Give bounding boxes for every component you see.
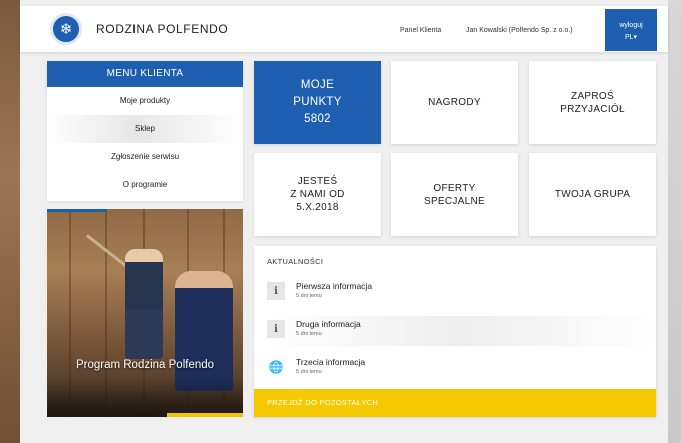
brand-name: RODZINA POLFENDO <box>96 22 228 36</box>
tile-jestes-z-nami[interactable]: JESTEŚ Z NAMI OD 5.X.2018 <box>254 153 381 236</box>
top-header: ❄ RODZINA POLFENDO Panel Klienta Jan Kow… <box>20 6 668 52</box>
tile-label: JESTEŚ Z NAMI OD 5.X.2018 <box>290 176 345 213</box>
brand-suffix: NA POLFENDO <box>136 22 229 36</box>
menu-item-sklep[interactable]: Sklep <box>47 115 243 143</box>
more-news-button[interactable]: PRZEJDŹ DO POZOSTAŁYCH <box>254 389 656 417</box>
client-menu: MENU KLIENTA Moje produkty Sklep Zgłosze… <box>47 61 243 201</box>
accent-bar <box>167 413 243 417</box>
user-name-link[interactable]: Jan Kowalski (Polfendo Sp. z o.o.) <box>466 27 573 34</box>
news-item-2[interactable]: i Druga informacja 5 dni temu <box>264 316 656 346</box>
news-item-title: Druga informacja <box>296 319 361 329</box>
info-icon: i <box>267 282 285 300</box>
menu-title: MENU KLIENTA <box>47 61 243 87</box>
tile-label: MOJE PUNKTY 5802 <box>293 79 342 125</box>
info-icon: i <box>267 320 285 338</box>
logout-button[interactable]: wyloguj <box>605 20 657 32</box>
menu-item-zgloszenie-serwisu[interactable]: Zgłoszenie serwisu <box>47 143 243 171</box>
menu-item-o-programie[interactable]: O programie <box>47 171 243 199</box>
news-item-time: 5 dni temu <box>296 293 322 299</box>
tile-nagrody[interactable]: NAGRODY <box>391 61 518 144</box>
brand-prefix: RODZ <box>96 22 133 36</box>
person-adult <box>175 271 233 391</box>
language-select[interactable]: PL▾ <box>605 32 657 44</box>
news-item-3[interactable]: 🌐 Trzecia informacja 5 dni temu <box>264 354 656 384</box>
news-item-1[interactable]: i Pierwsza informacja 5 dni temu <box>264 278 656 308</box>
language-label: PL <box>624 34 634 41</box>
tile-label: ZAPROŚ PRZYJACIÓŁ <box>560 90 625 115</box>
news-panel: AKTUALNOŚCI i Pierwsza informacja 5 dni … <box>254 246 656 417</box>
news-item-time: 5 dni temu <box>296 369 322 375</box>
news-title: AKTUALNOŚCI <box>267 257 324 266</box>
chevron-down-icon: ▾ <box>633 34 638 41</box>
tile-moje-punkty[interactable]: MOJE PUNKTY 5802 <box>254 61 381 144</box>
page: ❄ RODZINA POLFENDO Panel Klienta Jan Kow… <box>20 0 668 443</box>
tile-label: OFERTY SPECJALNE <box>423 182 486 207</box>
tile-label: NAGRODY <box>428 97 481 108</box>
logout-box: wyloguj PL▾ <box>605 9 657 51</box>
tile-label: TWOJA GRUPA <box>554 189 631 200</box>
snowflake-icon: ❄ <box>59 21 73 38</box>
news-item-title: Trzecia informacja <box>296 357 366 367</box>
promo-caption: Program Rodzina Polfendo <box>75 359 215 371</box>
tile-zapros-przyjaciol[interactable]: ZAPROŚ PRZYJACIÓŁ <box>529 61 656 144</box>
panel-klienta-link[interactable]: Panel Klienta <box>400 27 441 34</box>
menu-item-moje-produkty[interactable]: Moje produkty <box>47 87 243 115</box>
tile-oferty-specjalne[interactable]: OFERTY SPECJALNE <box>391 153 518 236</box>
person-child <box>125 249 163 359</box>
accent-stripe <box>47 209 107 212</box>
globe-icon: 🌐 <box>268 360 284 374</box>
program-promo-banner[interactable]: Program Rodzina Polfendo <box>47 209 243 417</box>
photo-shade <box>47 377 243 417</box>
news-item-time: 5 dni temu <box>296 331 322 337</box>
tile-twoja-grupa[interactable]: TWOJA GRUPA <box>529 153 656 236</box>
logo[interactable]: ❄ <box>50 13 82 45</box>
news-item-title: Pierwsza informacja <box>296 281 373 291</box>
